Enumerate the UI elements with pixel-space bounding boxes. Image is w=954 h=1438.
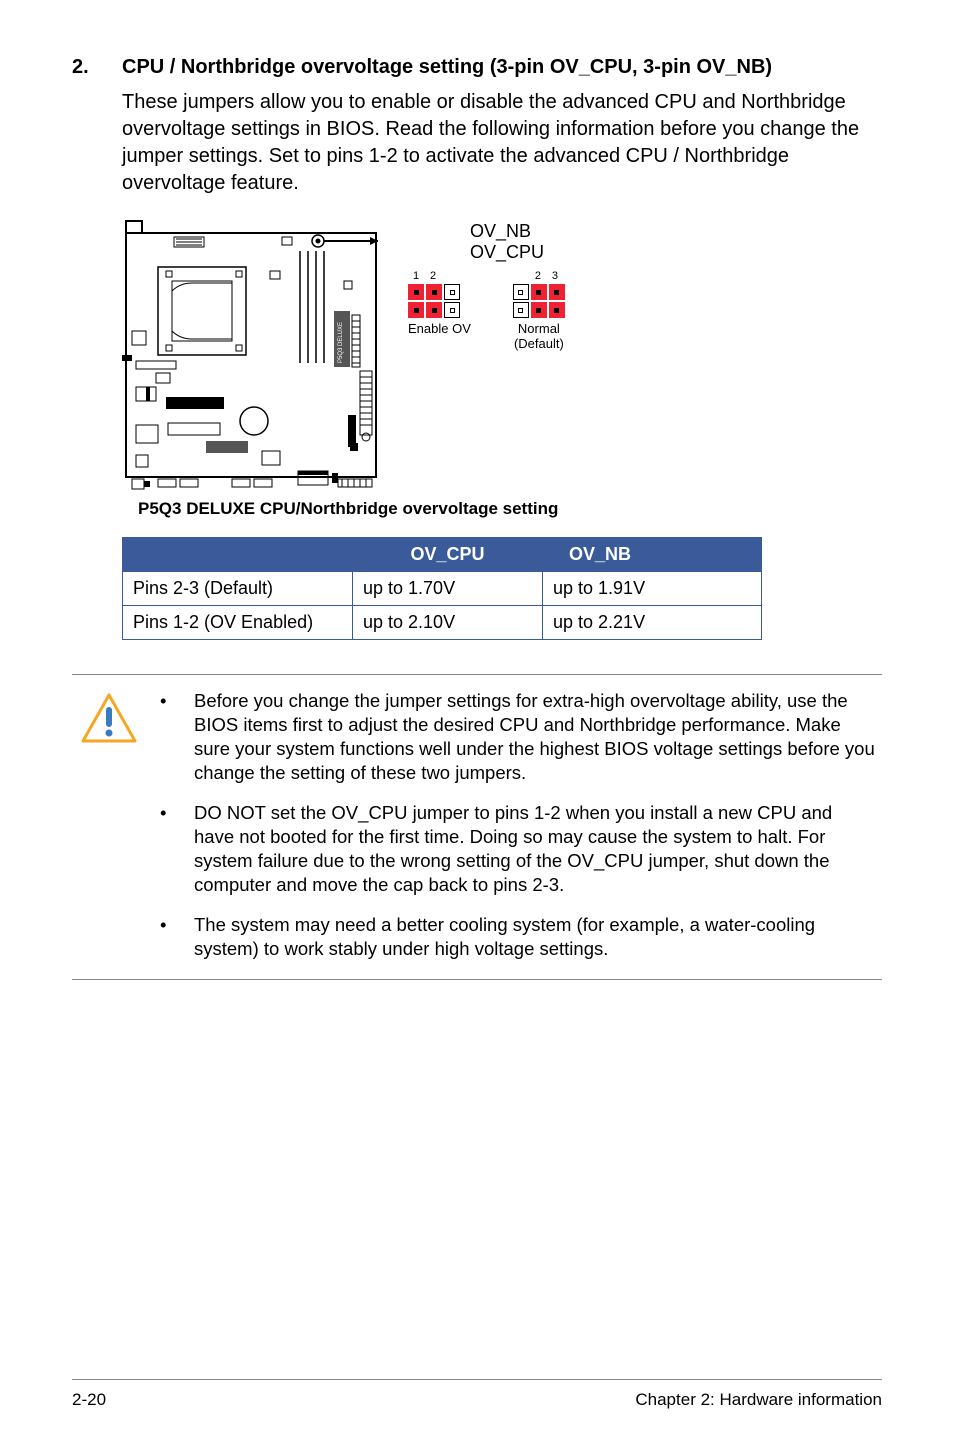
pin-num-2: 2 xyxy=(424,270,442,282)
jumper-enable-ov: 1 2 Enable OV xyxy=(408,270,471,337)
table-row: Pins 1-2 (OV Enabled) up to 2.10V up to … xyxy=(123,606,762,640)
motherboard-diagram: P5Q3 DELUXE xyxy=(122,215,380,493)
diagram-caption: P5Q3 DELUXE CPU/Northbridge overvoltage … xyxy=(138,499,882,519)
list-item: •DO NOT set the OV_CPU jumper to pins 1-… xyxy=(160,801,876,897)
page-footer: 2-20 Chapter 2: Hardware information xyxy=(72,1379,882,1410)
caution-icon xyxy=(80,693,138,745)
th-blank xyxy=(123,538,353,572)
list-item: •The system may need a better cooling sy… xyxy=(160,913,876,961)
jumper-label-cpu: OV_CPU xyxy=(470,242,565,263)
board-label-text: P5Q3 DELUXE xyxy=(338,322,344,363)
footer-page-number: 2-20 xyxy=(72,1390,106,1410)
jumper-caption-enable: Enable OV xyxy=(408,322,471,337)
cell-setting: Pins 2-3 (Default) xyxy=(123,572,353,606)
note-text: DO NOT set the OV_CPU jumper to pins 1-2… xyxy=(194,801,876,897)
caution-list: •Before you change the jumper settings f… xyxy=(160,689,882,965)
th-ov-nb: OV_NB xyxy=(543,538,762,572)
pin-num-3: 3 xyxy=(547,270,563,282)
cell-setting: Pins 1-2 (OV Enabled) xyxy=(123,606,353,640)
note-text: Before you change the jumper settings fo… xyxy=(194,689,876,785)
jumper-detail: OV_NB OV_CPU 1 2 xyxy=(408,215,565,352)
diagram-row: P5Q3 DELUXE xyxy=(122,215,882,493)
jumper-caption-normal-1: Normal xyxy=(518,321,560,336)
list-item: •Before you change the jumper settings f… xyxy=(160,689,876,785)
caution-block: •Before you change the jumper settings f… xyxy=(72,674,882,980)
note-text: The system may need a better cooling sys… xyxy=(194,913,876,961)
cell-nb: up to 1.91V xyxy=(543,572,762,606)
section-body: These jumpers allow you to enable or dis… xyxy=(122,89,882,197)
footer-chapter: Chapter 2: Hardware information xyxy=(635,1390,882,1410)
pin-num-1: 1 xyxy=(408,270,424,282)
section-number: 2. xyxy=(72,56,94,79)
th-ov-cpu: OV_CPU xyxy=(353,538,543,572)
section-heading: 2. CPU / Northbridge overvoltage setting… xyxy=(72,56,882,79)
jumper-label-nb: OV_NB xyxy=(470,221,565,242)
pin-num-2b: 2 xyxy=(529,270,547,282)
cell-nb: up to 2.21V xyxy=(543,606,762,640)
table-row: Pins 2-3 (Default) up to 1.70V up to 1.9… xyxy=(123,572,762,606)
jumper-caption-normal-2: (Default) xyxy=(514,336,564,351)
section-title-text: CPU / Northbridge overvoltage setting (3… xyxy=(122,56,772,79)
cell-cpu: up to 2.10V xyxy=(353,606,543,640)
voltage-table: OV_CPU OV_NB Pins 2-3 (Default) up to 1.… xyxy=(122,537,762,640)
cell-cpu: up to 1.70V xyxy=(353,572,543,606)
jumper-normal: 2 3 Normal (Default) xyxy=(513,270,565,352)
